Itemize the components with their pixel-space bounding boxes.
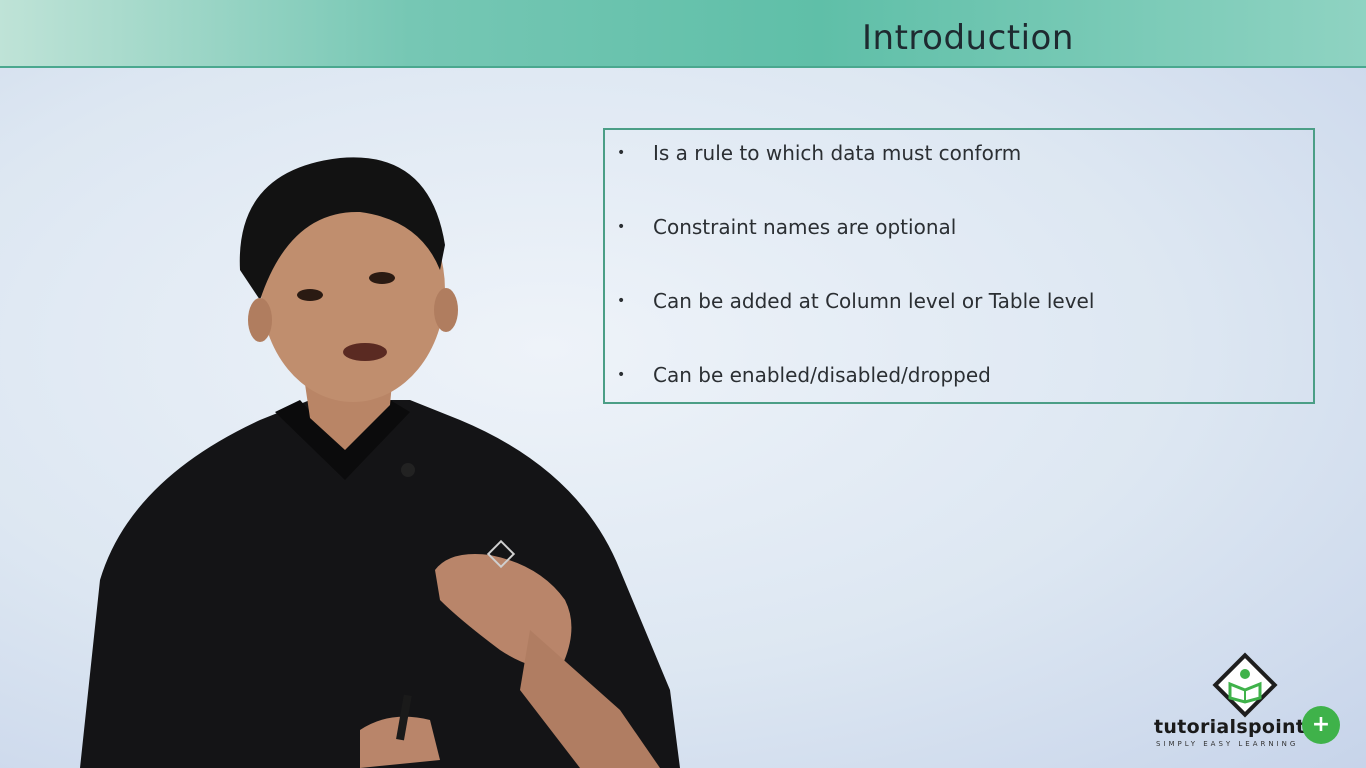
presenter-figure	[80, 157, 680, 768]
presenter-ear	[434, 288, 458, 332]
presenter-eye	[297, 289, 323, 301]
logo-tagline: SIMPLY EASY LEARNING	[1156, 740, 1299, 748]
presenter-mouth	[343, 343, 387, 361]
bullet-text: Can be enabled/disabled/dropped	[653, 363, 991, 387]
bullet-list-box: • Is a rule to which data must conform • C…	[603, 128, 1315, 404]
plus-badge-icon: +	[1302, 706, 1340, 744]
book-diamond-icon	[1212, 652, 1278, 718]
tutorialspoint-logo: tutorialspoint SIMPLY EASY LEARNING	[1150, 650, 1340, 760]
slide-title: Introduction	[862, 18, 1074, 58]
bullet-text: Can be added at Column level or Table le…	[653, 289, 1095, 313]
presenter-ear	[248, 298, 272, 342]
slide-header-bar	[0, 0, 1366, 68]
logo-wordmark: tutorialspoint	[1154, 716, 1306, 738]
presenter-eye	[369, 272, 395, 284]
microphone-icon	[401, 463, 415, 477]
bullet-text: Is a rule to which data must conform	[653, 141, 1022, 165]
